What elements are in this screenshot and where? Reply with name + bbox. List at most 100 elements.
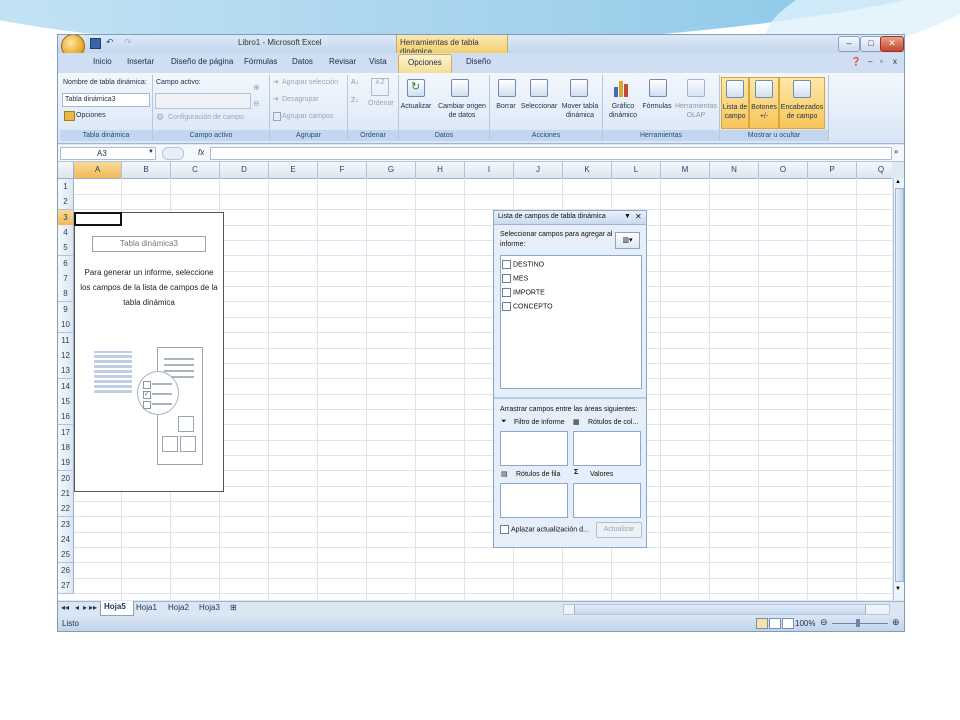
vertical-scrollbar[interactable]: ▲ ▼ <box>893 178 904 600</box>
sort-desc-icon[interactable]: Z↓ <box>351 97 359 104</box>
help-icon[interactable]: ❓ <box>851 57 861 66</box>
name-box[interactable]: A3 ▼ <box>60 147 156 160</box>
column-header[interactable]: N <box>710 162 759 179</box>
row-header[interactable]: 11 <box>58 332 74 349</box>
sheet-tab-hoja3[interactable]: Hoja3 <box>199 603 220 612</box>
select-all-corner[interactable] <box>58 162 74 179</box>
page-break-view-icon[interactable] <box>782 618 794 629</box>
row-header[interactable]: 16 <box>58 409 74 426</box>
defer-update-checkbox[interactable]: Aplazar actualización d... <box>500 525 589 534</box>
expand-formula-icon[interactable]: » <box>894 147 898 156</box>
column-header[interactable]: F <box>318 162 367 179</box>
zoom-slider-thumb[interactable] <box>856 619 860 627</box>
field-settings-button[interactable]: Configuración de campo <box>168 114 244 121</box>
active-field-input[interactable] <box>155 93 251 109</box>
field-item-destino[interactable]: DESTINO <box>502 260 544 269</box>
olap-tools-button[interactable]: Herramientas <box>673 103 719 111</box>
tab-inicio[interactable]: Inicio <box>93 57 112 66</box>
formulas-button[interactable]: Fórmulas <box>637 103 677 111</box>
row-header[interactable]: 23 <box>58 516 74 533</box>
column-header[interactable]: Q <box>857 162 892 179</box>
field-item-concepto[interactable]: CONCEPTO <box>502 302 553 311</box>
normal-view-icon[interactable] <box>756 618 768 629</box>
row-header[interactable]: 10 <box>58 317 74 334</box>
row-header[interactable]: 3 <box>58 209 74 226</box>
row-header[interactable]: 25 <box>58 547 74 564</box>
field-checkbox[interactable] <box>502 288 511 297</box>
column-header[interactable]: D <box>220 162 269 179</box>
sheet-nav-next-icon[interactable]: ▸ <box>83 603 87 612</box>
column-header[interactable]: E <box>269 162 318 179</box>
zoom-level[interactable]: 100% <box>795 619 815 628</box>
row-header[interactable]: 13 <box>58 363 74 380</box>
name-box-dropdown-icon[interactable]: ▼ <box>148 149 154 155</box>
tab-revisar[interactable]: Revisar <box>329 57 356 66</box>
column-header[interactable]: G <box>367 162 416 179</box>
row-header[interactable]: 26 <box>58 562 74 579</box>
field-item-mes[interactable]: MES <box>502 274 528 283</box>
active-cell[interactable] <box>74 212 122 226</box>
values-drop-area[interactable] <box>573 483 641 518</box>
row-header[interactable]: 9 <box>58 301 74 318</box>
formula-input[interactable] <box>210 147 892 160</box>
change-source-button[interactable]: Cambiar origen <box>435 103 489 111</box>
formula-cancel-icon[interactable] <box>162 147 184 160</box>
row-header[interactable]: 12 <box>58 347 74 364</box>
update-button[interactable]: Actualizar <box>596 522 642 538</box>
column-labels-drop-area[interactable] <box>573 431 641 466</box>
tab-formulas[interactable]: Fórmulas <box>244 57 277 66</box>
column-header[interactable]: I <box>465 162 514 179</box>
page-layout-view-icon[interactable] <box>769 618 781 629</box>
tab-datos[interactable]: Datos <box>292 57 313 66</box>
sheet-nav-prev-icon[interactable]: ◂ <box>75 603 79 612</box>
row-header[interactable]: 18 <box>58 439 74 456</box>
zoom-slider[interactable] <box>832 619 888 627</box>
group-fields-button[interactable]: Agrupar campos <box>282 113 333 120</box>
row-header[interactable]: 8 <box>58 286 74 303</box>
field-layout-button[interactable]: ▥▾ <box>615 232 640 249</box>
pane-splitter[interactable] <box>494 397 646 399</box>
column-header[interactable]: B <box>122 162 171 179</box>
horizontal-scrollbar[interactable] <box>563 604 890 615</box>
column-header[interactable]: A <box>74 162 122 179</box>
tab-diseno-pagina[interactable]: Diseño de página <box>171 57 233 66</box>
row-header[interactable]: 20 <box>58 470 74 487</box>
zoom-in-icon[interactable]: ⊕ <box>892 617 900 628</box>
horizontal-scroll-thumb[interactable] <box>574 605 866 614</box>
scroll-down-icon[interactable]: ▼ <box>895 586 901 592</box>
column-header[interactable]: C <box>171 162 220 179</box>
sort-asc-icon[interactable]: A↓ <box>351 79 359 86</box>
row-header[interactable]: 27 <box>58 578 74 595</box>
quick-access-redo-icon[interactable]: ↷ <box>124 37 132 48</box>
minimize-button[interactable]: – <box>838 36 860 52</box>
ribbon-restore-icon[interactable]: ▫ <box>880 57 883 66</box>
field-checkbox[interactable] <box>502 260 511 269</box>
tab-opciones[interactable]: Opciones <box>398 54 452 74</box>
pane-options-icon[interactable]: ▼ <box>624 213 631 220</box>
collapse-field-icon[interactable]: ⊖ <box>253 99 260 108</box>
insert-function-icon[interactable]: fx <box>198 148 204 157</box>
scroll-up-icon[interactable]: ▲ <box>895 179 901 185</box>
vertical-scroll-thumb[interactable] <box>895 188 904 582</box>
row-header[interactable]: 4 <box>58 225 74 242</box>
field-headers-toggle[interactable]: Encabezados de campo <box>779 77 825 129</box>
sheet-nav-first-icon[interactable]: ◂◂ <box>61 603 69 612</box>
column-header[interactable]: J <box>514 162 563 179</box>
column-header[interactable]: P <box>808 162 857 179</box>
column-header[interactable]: M <box>661 162 710 179</box>
tab-insertar[interactable]: Insertar <box>127 57 154 66</box>
field-checkbox[interactable] <box>502 274 511 283</box>
group-selection-button[interactable]: Agrupar selección <box>282 79 338 86</box>
row-header[interactable]: 19 <box>58 455 74 472</box>
buttons-toggle[interactable]: Botones +/- <box>749 77 779 129</box>
ribbon-minimize-icon[interactable]: – <box>868 57 872 66</box>
sheet-tab-hoja1[interactable]: Hoja1 <box>136 603 157 612</box>
field-item-importe[interactable]: IMPORTE <box>502 288 545 297</box>
row-header[interactable]: 22 <box>58 501 74 518</box>
sort-button[interactable]: Ordenar <box>368 100 394 107</box>
select-button[interactable]: Seleccionar <box>518 103 560 111</box>
quick-access-undo-icon[interactable]: ↶ <box>106 37 114 48</box>
pivot-name-input[interactable]: Tabla dinámica3 <box>62 93 150 107</box>
row-header[interactable]: 1 <box>58 179 74 195</box>
close-button[interactable]: ✕ <box>880 36 904 52</box>
